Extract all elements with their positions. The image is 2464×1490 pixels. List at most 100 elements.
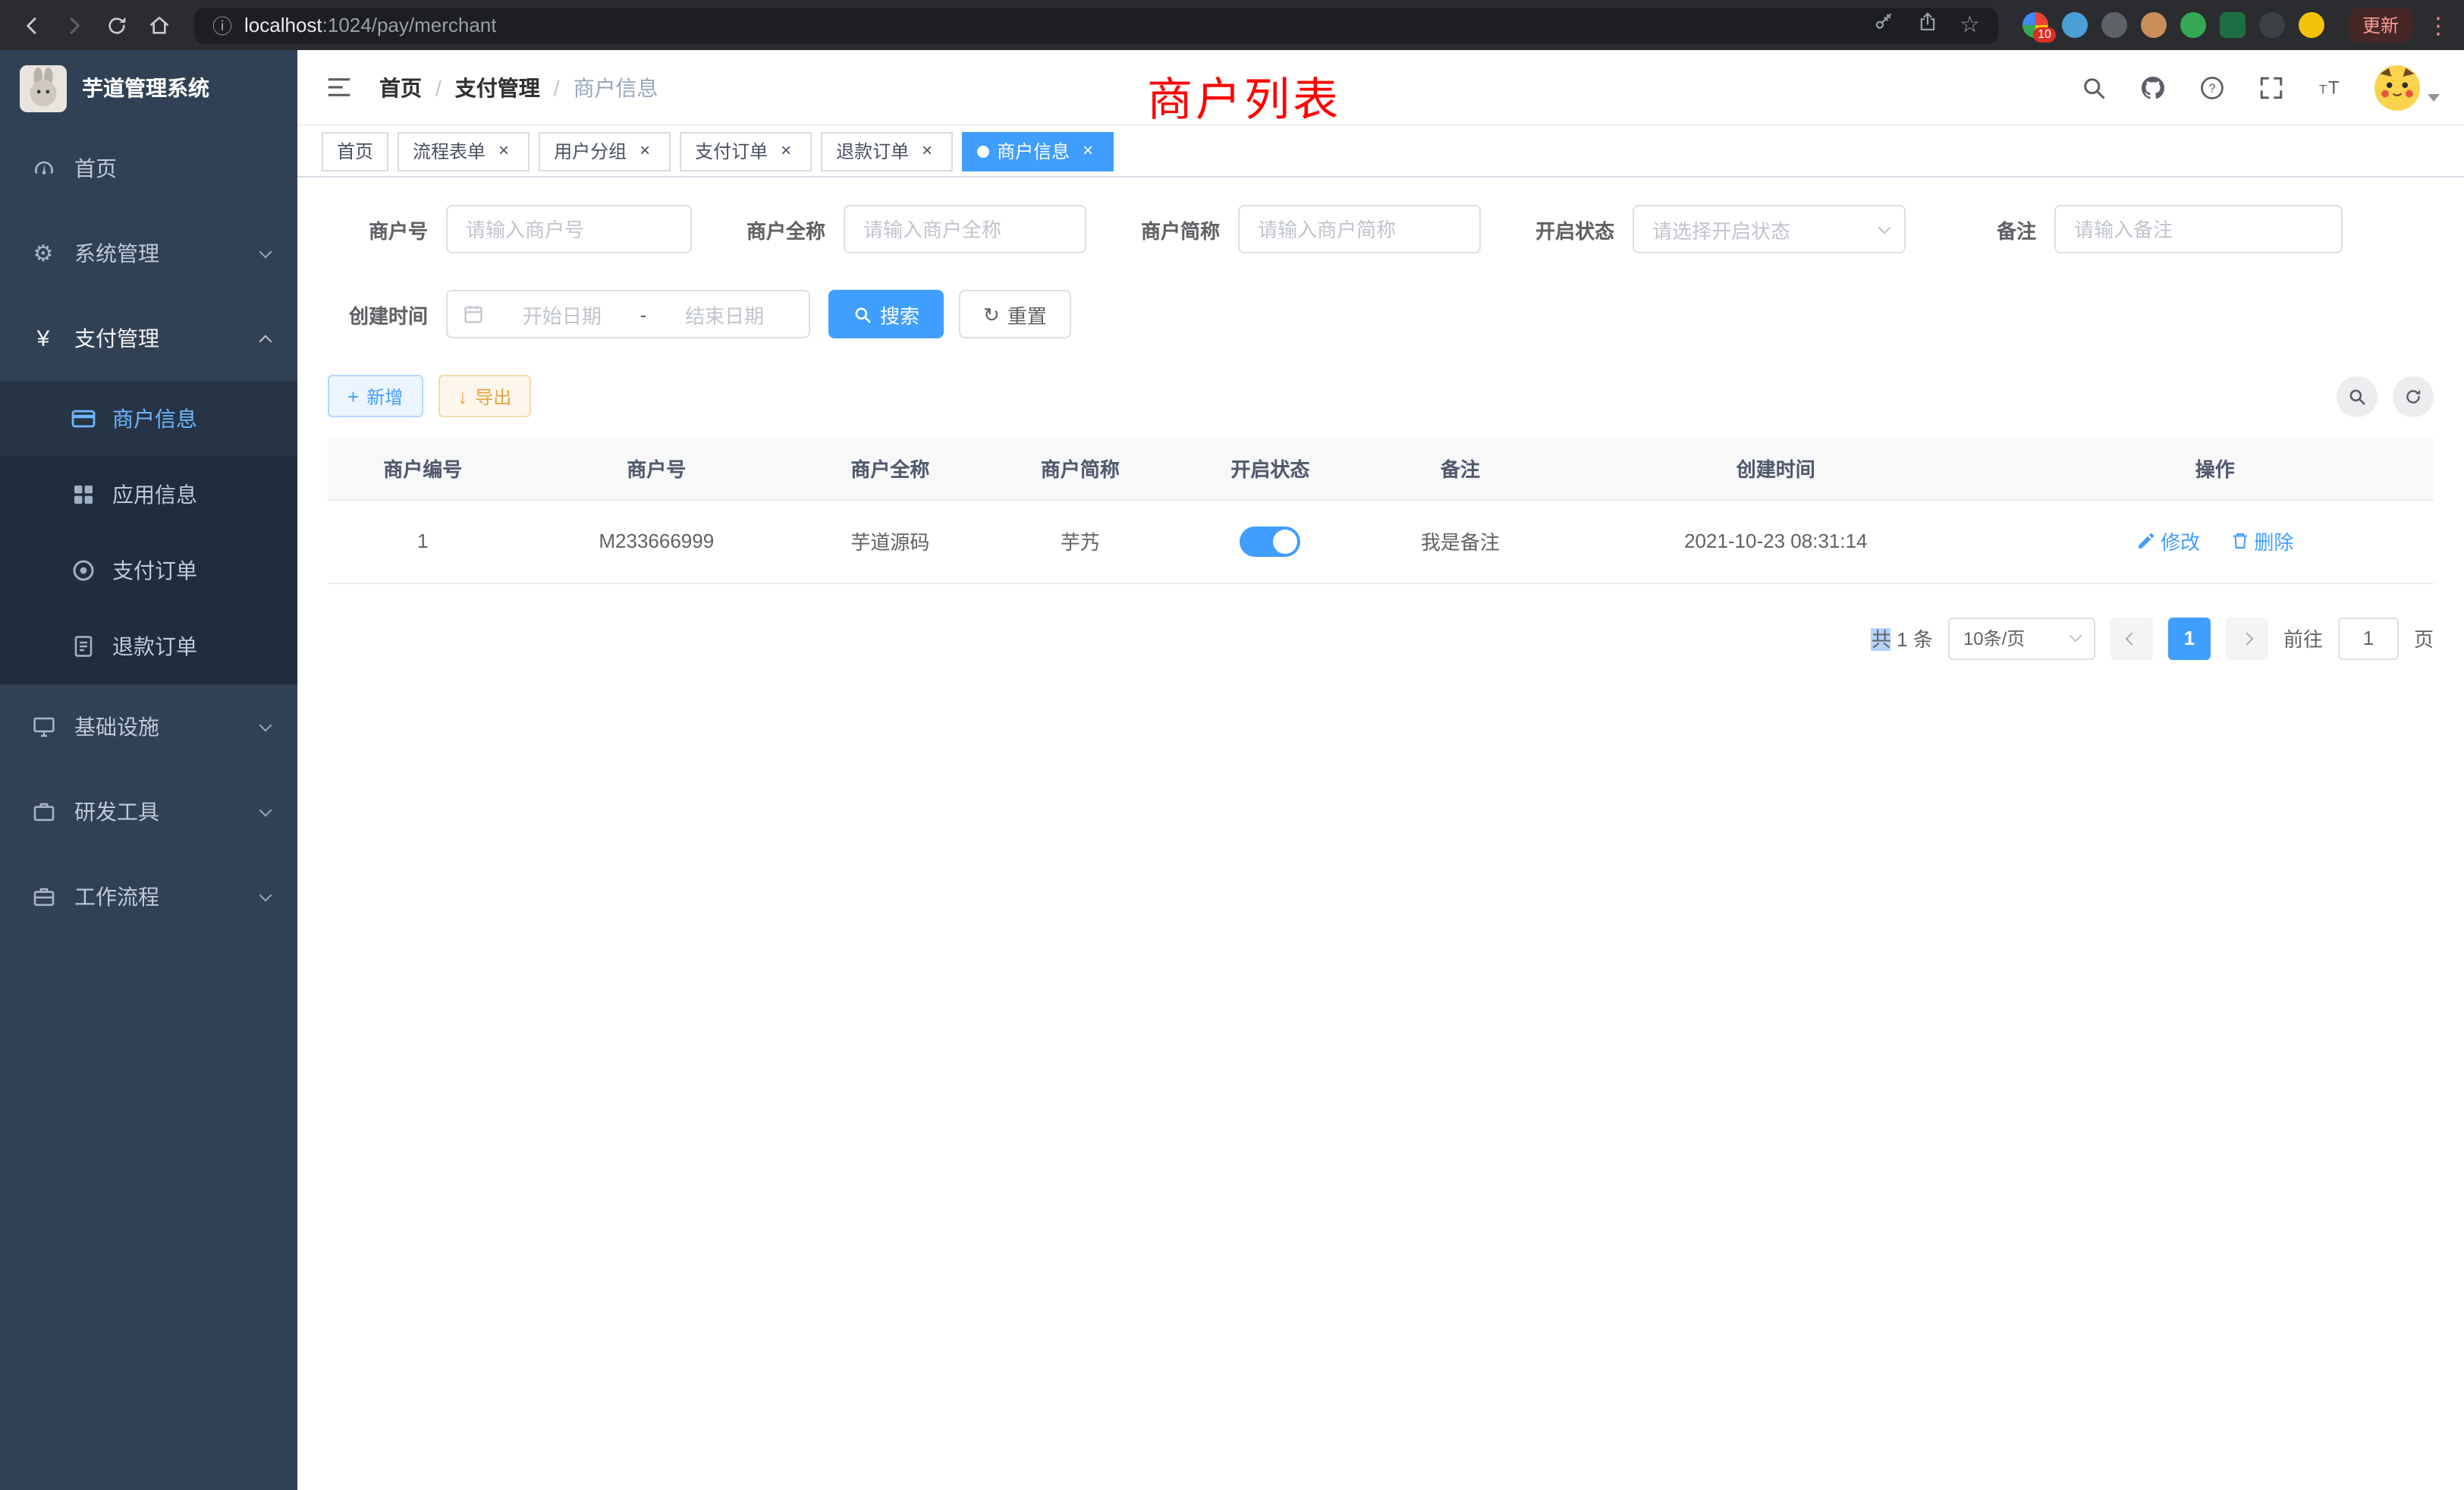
home-icon[interactable] [140,5,179,45]
sidebar-item-home[interactable]: 首页 [0,126,297,211]
close-icon[interactable]: × [775,140,797,162]
extension-icon[interactable] [2299,12,2324,38]
close-icon[interactable]: × [916,140,938,162]
sidebar-item-refund-order[interactable]: 退款订单 [0,608,297,684]
tab-merchant-info[interactable]: 商户信息× [962,131,1114,171]
user-avatar[interactable] [2374,64,2440,110]
avatar-image [2374,64,2420,110]
sidebar-item-pay-order[interactable]: 支付订单 [0,533,297,608]
chevron-up-icon [259,335,272,347]
app-logo[interactable]: 芋道管理系统 [0,50,297,126]
sidebar-item-payment[interactable]: ¥ 支付管理 [0,296,297,381]
sidebar-item-app-info[interactable]: 应用信息 [0,457,297,533]
col-short-name: 商户简称 [985,439,1176,499]
export-button[interactable]: ↓ 导出 [438,375,531,417]
extension-icon[interactable] [2220,12,2246,38]
col-merchant-no: 商户号 [518,439,796,499]
omnibox-actions: ☆ [1872,10,1980,40]
extension-icon[interactable] [2101,12,2127,38]
reset-button[interactable]: ↻ 重置 [959,290,1071,338]
reload-icon[interactable] [97,5,137,45]
edit-link[interactable]: 修改 [2136,527,2200,555]
close-icon[interactable]: × [634,140,655,162]
extension-icon[interactable] [2259,12,2285,38]
tab-user-group[interactable]: 用户分组× [539,131,671,171]
sidebar-item-system[interactable]: ⚙ 系统管理 [0,211,297,296]
pagination: 共 1 条 10条/页 1 前往 页 [328,617,2434,659]
remark-input[interactable] [2054,205,2343,253]
date-start-placeholder: 开始日期 [493,300,631,328]
calendar-icon [463,303,484,325]
hamburger-icon[interactable] [322,71,355,104]
refresh-table-button[interactable] [2393,376,2434,417]
yen-icon: ¥ [30,325,56,351]
goto-page-input[interactable] [2338,617,2399,659]
briefcase-icon [30,884,56,910]
sidebar-item-workflow[interactable]: 工作流程 [0,854,297,939]
help-icon[interactable]: ? [2197,72,2227,102]
filter-row-1: 商户号 商户全称 商户简称 开启状态 请选择开启状态 [328,205,2434,253]
extension-icon[interactable] [2180,12,2206,38]
back-icon[interactable] [12,5,52,45]
filter-create-time: 创建时间 开始日期 - 结束日期 [328,290,810,338]
date-separator: - [640,303,647,325]
trash-icon [2230,531,2249,551]
close-icon[interactable]: × [1077,140,1098,162]
delete-link[interactable]: 删除 [2230,527,2293,555]
grid-icon [70,482,96,508]
password-key-icon[interactable] [1872,10,1894,40]
total-text: 共 1 条 [1872,624,1933,652]
next-page-button[interactable] [2226,617,2268,659]
browser-menu-icon[interactable]: ⋮ [2425,11,2452,39]
navbar-actions: ? TT [2079,64,2440,110]
search-icon[interactable] [2079,72,2109,102]
sidebar-item-devtools[interactable]: 研发工具 [0,769,297,854]
refresh-icon [2403,386,2423,406]
extension-icon[interactable] [2062,12,2088,38]
chevron-down-icon [1878,221,1891,234]
browser-update-button[interactable]: 更新 [2349,8,2412,42]
svg-text:T: T [2328,77,2340,98]
site-info-icon[interactable]: ⓘ [212,11,232,39]
forward-icon[interactable] [55,5,94,45]
font-size-icon[interactable]: TT [2315,72,2346,102]
bookmark-star-icon[interactable]: ☆ [1960,14,1980,36]
search-button[interactable]: 搜索 [828,290,944,338]
breadcrumb-home[interactable]: 首页 [379,72,422,102]
prev-page-button[interactable] [2110,617,2153,659]
gear-icon: ⚙ [30,240,56,266]
full-name-input[interactable] [844,205,1086,253]
extension-icon[interactable]: 10 [2022,12,2048,38]
tab-pay-order[interactable]: 支付订单× [680,131,812,171]
merchant-no-input[interactable] [446,205,692,253]
address-bar[interactable]: ⓘ localhost:1024/pay/merchant ☆ [194,7,1998,43]
cell-short-name: 芋艿 [985,499,1176,583]
status-select[interactable]: 请选择开启状态 [1633,205,1906,253]
col-merchant-id: 商户编号 [328,439,518,499]
tab-refund-order[interactable]: 退款订单× [821,131,953,171]
chevron-down-icon [259,803,272,816]
app-title: 芋道管理系统 [82,73,209,103]
toggle-search-button[interactable] [2337,376,2378,417]
tab-process-form[interactable]: 流程表单× [398,131,530,171]
extension-icon[interactable] [2141,12,2167,38]
breadcrumb-current: 商户信息 [574,72,658,102]
sidebar-item-merchant-info[interactable]: 商户信息 [0,381,297,457]
add-button[interactable]: + 新增 [328,375,423,417]
fullscreen-icon[interactable] [2256,72,2286,102]
sidebar-item-infrastructure[interactable]: 基础设施 [0,684,297,769]
page-size-select[interactable]: 10条/页 [1948,617,2095,659]
chevron-down-icon [2069,630,2082,643]
date-range-picker[interactable]: 开始日期 - 结束日期 [446,290,810,338]
navbar: 首页 / 支付管理 / 商户信息 商户列表 ? [297,50,2464,126]
filter-full-name: 商户全称 [746,205,1086,253]
briefcase-icon [30,799,56,825]
share-icon[interactable] [1916,10,1938,40]
tab-home[interactable]: 首页 [322,131,388,171]
status-toggle[interactable] [1240,526,1300,556]
github-icon[interactable] [2138,72,2168,102]
page-1-button[interactable]: 1 [2168,617,2211,659]
close-icon[interactable]: × [493,140,514,162]
short-name-input[interactable] [1238,205,1481,253]
breadcrumb-payment[interactable]: 支付管理 [455,72,540,102]
